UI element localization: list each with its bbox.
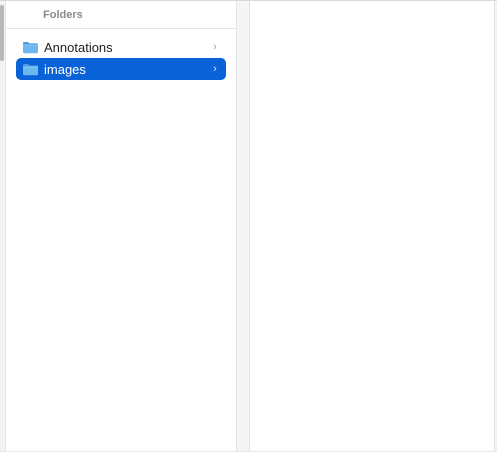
finder-window: Folders Annotations › images ›: [0, 0, 497, 452]
contents-column: [250, 1, 494, 452]
folder-label: Annotations: [44, 39, 113, 55]
chevron-right-icon: ›: [213, 41, 217, 53]
column-header: Folders: [6, 1, 236, 29]
folder-list: Annotations › images ›: [6, 29, 236, 80]
folders-column: Folders Annotations › images ›: [6, 1, 236, 452]
chevron-right-icon: ›: [213, 63, 217, 75]
column-resize-divider[interactable]: [236, 1, 250, 452]
folder-row-images[interactable]: images ›: [16, 58, 226, 80]
folder-icon: [22, 41, 39, 54]
folder-label: images: [44, 61, 86, 77]
scroll-thumb[interactable]: [0, 5, 4, 61]
folder-row-annotations[interactable]: Annotations ›: [16, 36, 226, 58]
folder-icon: [22, 63, 39, 76]
column-header-title: Folders: [43, 8, 83, 21]
